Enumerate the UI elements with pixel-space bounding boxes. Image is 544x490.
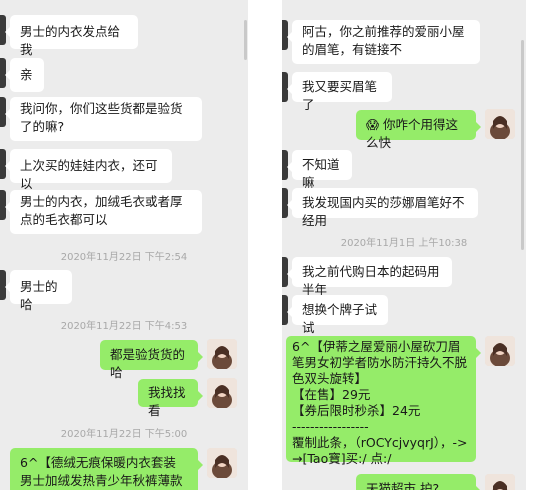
right-chat-panel: 阿古，你之前推荐的爱丽小屋的眉笔，有链接不 我又要买眉笔了 😱 你咋个用得这么快… <box>282 0 526 490</box>
outgoing-message[interactable]: 😱 你咋个用得这么快 <box>356 110 481 150</box>
timestamp: 2020年11月22日 下午2:54 <box>60 252 188 263</box>
self-avatar[interactable] <box>485 474 515 490</box>
timestamp: 2020年11月22日 下午4:53 <box>60 321 188 332</box>
incoming-message[interactable]: 男士的哈 <box>5 270 72 312</box>
avatar-photo-icon <box>207 378 237 408</box>
message-text: 都是验货货的哈 <box>110 347 186 380</box>
incoming-message[interactable]: 男士的内衣，加绒毛衣或者厚点的毛衣都可以 <box>5 190 202 234</box>
left-chat-panel: 男士的内衣发点给我 亲 我问你，你们这些货都是验货了的嘛? 上次买的娃娃内衣，还… <box>0 0 248 490</box>
message-text: 上次买的娃娃内衣，还可以 <box>20 158 158 191</box>
message-text: 我又要买眉笔了 <box>302 79 378 112</box>
incoming-message[interactable]: 亲 <box>5 58 44 92</box>
message-text: 男士的哈 <box>20 279 58 312</box>
outgoing-message[interactable]: 6^【伊蒂之屋爱丽小屋砍刀眉笔男女初学者防水防汗持久不脱色双头旋转】 【在售】2… <box>286 336 481 466</box>
outgoing-message[interactable]: 都是验货货的哈 <box>100 340 203 380</box>
message-text: 我找找看 <box>148 385 186 418</box>
avatar-photo-icon <box>207 448 237 478</box>
message-text: 男士的内衣，加绒毛衣或者厚点的毛衣都可以 <box>20 194 183 227</box>
message-text: 6^【德绒无痕保暖内衣套装男士加绒发热青少年秋裤薄款青年秋衣裤套装 <box>20 455 183 488</box>
avatar-photo-icon <box>485 474 515 490</box>
self-avatar[interactable] <box>207 378 237 408</box>
incoming-message[interactable]: 我又要买眉笔了 <box>287 72 392 112</box>
incoming-message[interactable]: 想换个牌子试试 <box>287 295 388 335</box>
scrollbar[interactable] <box>521 40 524 250</box>
avatar-photo-icon <box>485 109 515 139</box>
message-text: 我问你，你们这些货都是验货了的嘛? <box>20 101 183 134</box>
timestamp: 2020年11月1日 上午10:38 <box>340 238 468 249</box>
outgoing-message[interactable]: 我找找看 <box>138 379 203 418</box>
timestamp: 2020年11月22日 下午5:00 <box>60 429 188 440</box>
incoming-message[interactable]: 我发现国内买的莎娜眉笔好不经用 <box>287 188 478 228</box>
message-text: 😱 你咋个用得这么快 <box>366 117 459 150</box>
message-text: 不知道嘛 <box>302 157 340 190</box>
avatar-photo-icon <box>485 336 515 366</box>
message-text: 6^【伊蒂之屋爱丽小屋砍刀眉笔男女初学者防水防汗持久不脱色双头旋转】 【在售】2… <box>292 339 468 466</box>
self-avatar[interactable] <box>485 336 515 366</box>
self-avatar[interactable] <box>207 448 237 478</box>
message-text: 我之前代购日本的起码用半年 <box>302 264 440 297</box>
incoming-message[interactable]: 我问你，你们这些货都是验货了的嘛? <box>5 97 202 141</box>
message-text: 天猫超市 护? ... 38.5 <box>366 481 456 490</box>
message-text: 我发现国内买的莎娜眉笔好不经用 <box>302 195 465 228</box>
scrollbar[interactable] <box>244 20 247 60</box>
message-text: 男士的内衣发点给我 <box>20 24 121 57</box>
incoming-message[interactable]: 男士的内衣发点给我 <box>5 15 138 57</box>
incoming-message[interactable]: 上次买的娃娃内衣，还可以 <box>5 149 172 191</box>
incoming-message[interactable]: 不知道嘛 <box>287 150 352 190</box>
avatar-photo-icon <box>207 339 237 369</box>
incoming-message[interactable]: 我之前代购日本的起码用半年 <box>287 257 452 297</box>
self-avatar[interactable] <box>207 339 237 369</box>
self-avatar[interactable] <box>485 109 515 139</box>
incoming-message[interactable]: 阿古，你之前推荐的爱丽小屋的眉笔，有链接不 <box>287 20 480 64</box>
outgoing-message[interactable]: 天猫超市 护? ... 38.5 <box>356 474 481 490</box>
message-text: 亲 <box>20 67 33 82</box>
message-text: 想换个牌子试试 <box>302 302 378 335</box>
outgoing-message[interactable]: 6^【德绒无痕保暖内衣套装男士加绒发热青少年秋裤薄款青年秋衣裤套装 <box>10 448 203 490</box>
message-text: 阿古，你之前推荐的爱丽小屋的眉笔，有链接不 <box>302 24 465 57</box>
